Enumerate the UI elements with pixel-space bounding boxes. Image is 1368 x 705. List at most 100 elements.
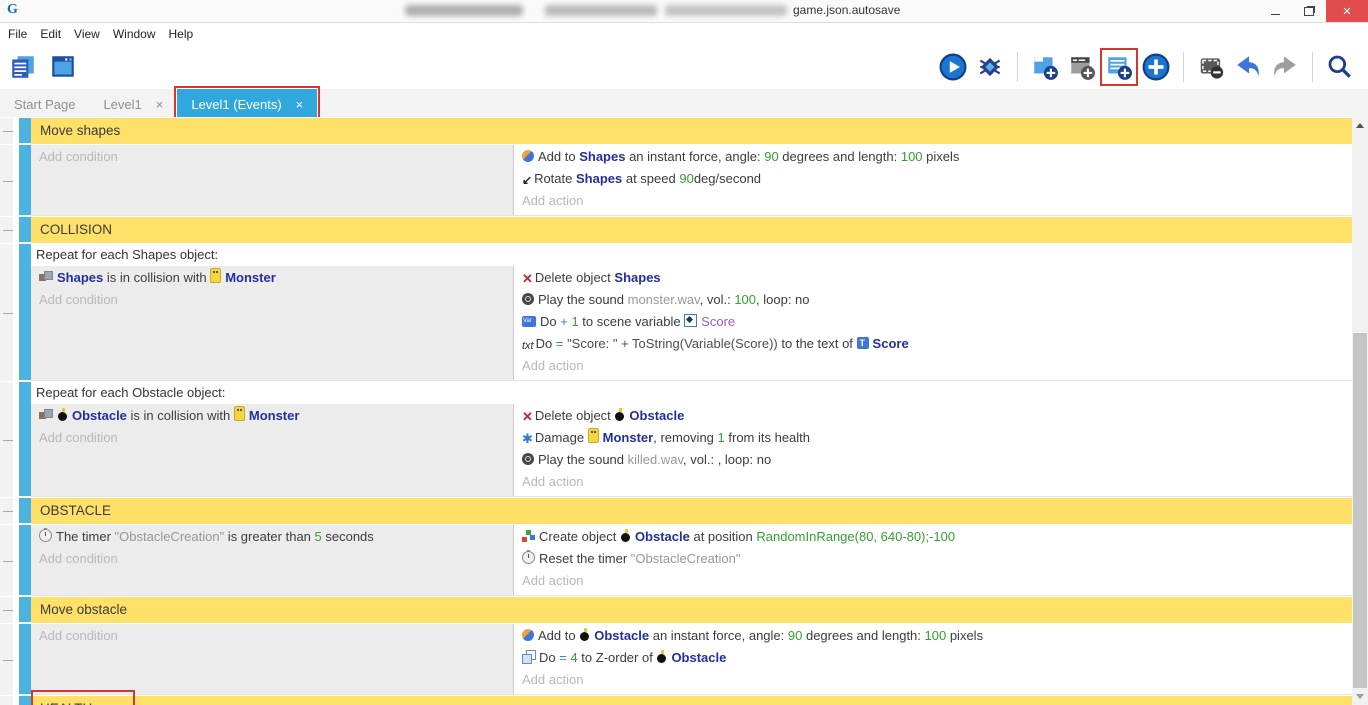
event-handle[interactable]: [19, 382, 31, 496]
event-handle[interactable]: [19, 498, 31, 523]
add-condition-button[interactable]: Add condition: [31, 427, 513, 449]
group-header[interactable]: Move shapes: [31, 118, 1352, 144]
actions-column: ✕Delete object Obstacle✱Damage Monster, …: [514, 404, 1352, 496]
text-segment: Score: [701, 314, 735, 329]
menu-view[interactable]: View: [74, 27, 110, 41]
tab-level1-events[interactable]: Level1 (Events) ×: [177, 89, 317, 119]
textobj-icon: [857, 337, 869, 349]
scrollbar-thumb[interactable]: [1353, 333, 1367, 688]
event-handle[interactable]: [19, 244, 31, 380]
action-line[interactable]: Create object Obstacle at position Rando…: [514, 526, 1352, 548]
debug-bug-icon[interactable]: [976, 53, 1004, 81]
event-repeat-header[interactable]: Repeat for each Shapes object:: [31, 244, 1352, 266]
event-handle[interactable]: [19, 118, 31, 143]
event-handle[interactable]: [19, 597, 31, 622]
toolbar-separator: [1312, 52, 1313, 82]
add-circle-icon[interactable]: [1142, 53, 1170, 81]
text-segment: "ObstacleCreation": [631, 551, 741, 566]
event-handle[interactable]: [19, 217, 31, 242]
close-button[interactable]: [1326, 0, 1368, 22]
event-handle[interactable]: [19, 525, 31, 595]
zorder-icon: [522, 650, 535, 663]
event-block: The timer "ObstacleCreation" is greater …: [31, 525, 1352, 596]
text-segment: Monster: [225, 270, 276, 285]
event-handle[interactable]: [19, 145, 31, 215]
text-segment: is greater than: [224, 529, 314, 544]
action-line[interactable]: Do + 1 to scene variable Score: [514, 311, 1352, 333]
minimize-button[interactable]: [1258, 0, 1292, 22]
tab-close-icon[interactable]: ×: [156, 97, 164, 112]
add-action-button[interactable]: Add action: [514, 669, 1352, 691]
event-handle[interactable]: [19, 624, 31, 694]
force-icon: [522, 629, 534, 641]
undo-icon[interactable]: [1234, 53, 1262, 81]
redacted-title-blur: [665, 5, 787, 16]
redo-icon[interactable]: [1271, 53, 1299, 81]
action-line[interactable]: ✕Delete object Obstacle: [514, 405, 1352, 427]
text-segment: Obstacle: [72, 408, 127, 423]
group-header[interactable]: COLLISION: [31, 217, 1352, 243]
menu-window[interactable]: Window: [113, 27, 166, 41]
menu-edit[interactable]: Edit: [40, 27, 71, 41]
tree-gutter: [0, 696, 19, 705]
tab-start-page[interactable]: Start Page: [0, 89, 89, 119]
scroll-up-arrow-icon[interactable]: [1352, 117, 1368, 134]
action-line[interactable]: Play the sound monster.wav, vol.: 100, l…: [514, 289, 1352, 311]
action-line[interactable]: ✱Damage Monster, removing 1 from its hea…: [514, 427, 1352, 449]
group-header[interactable]: HEALTH: [31, 696, 1352, 705]
start-page-icon[interactable]: [49, 53, 77, 81]
text-segment: , vol.: , loop: no: [683, 452, 771, 467]
add-scene-icon[interactable]: [1031, 53, 1059, 81]
restore-button[interactable]: [1292, 0, 1326, 22]
redacted-title-blur: [405, 5, 523, 16]
play-icon[interactable]: [939, 53, 967, 81]
menubar: File Edit View Window Help: [0, 23, 1368, 45]
add-condition-button[interactable]: Add condition: [31, 289, 513, 311]
action-line[interactable]: ↙Rotate Shapes at speed 90deg/second: [514, 168, 1352, 190]
condition-line[interactable]: The timer "ObstacleCreation" is greater …: [31, 526, 513, 548]
tabbar: Start Page Level1 × Level1 (Events) ×: [0, 89, 1368, 119]
sound-icon: [522, 453, 534, 465]
action-line[interactable]: Add to Obstacle an instant force, angle:…: [514, 625, 1352, 647]
text-segment: Reset the timer: [539, 551, 631, 566]
menu-file[interactable]: File: [8, 27, 37, 41]
vertical-scrollbar[interactable]: [1352, 117, 1368, 705]
action-line[interactable]: Add to Shapes an instant force, angle: 9…: [514, 146, 1352, 168]
add-condition-button[interactable]: Add condition: [31, 548, 513, 570]
action-line[interactable]: Reset the timer "ObstacleCreation": [514, 548, 1352, 570]
group-header[interactable]: OBSTACLE: [31, 498, 1352, 524]
tab-level1[interactable]: Level1 ×: [89, 89, 177, 119]
tree-gutter: [0, 597, 19, 623]
action-line[interactable]: Play the sound killed.wav, vol.: , loop:…: [514, 449, 1352, 471]
tab-close-icon[interactable]: ×: [296, 97, 304, 112]
group-header[interactable]: Move obstacle: [31, 597, 1352, 623]
condition-line[interactable]: Obstacle is in collision with Monster: [31, 405, 513, 427]
text-segment: Delete object: [535, 270, 615, 285]
condition-line[interactable]: Shapes is in collision with Monster: [31, 267, 513, 289]
menu-help[interactable]: Help: [169, 27, 204, 41]
toolbar-separator: [1183, 52, 1184, 82]
remove-frame-icon[interactable]: [1197, 53, 1225, 81]
scroll-down-arrow-icon[interactable]: [1352, 688, 1368, 705]
tree-gutter: [0, 498, 19, 524]
add-condition-button[interactable]: Add condition: [31, 625, 513, 647]
add-condition-button[interactable]: Add condition: [31, 146, 513, 168]
text-segment: =: [559, 650, 567, 665]
add-action-button[interactable]: Add action: [514, 471, 1352, 493]
obstacle-icon: [656, 650, 667, 663]
add-action-button[interactable]: Add action: [514, 190, 1352, 212]
sound-icon: [522, 293, 534, 305]
add-action-button[interactable]: Add action: [514, 355, 1352, 377]
add-events-icon[interactable]: [1105, 53, 1133, 81]
project-manager-icon[interactable]: [9, 53, 37, 81]
action-line[interactable]: ✕Delete object Shapes: [514, 267, 1352, 289]
event-repeat-header[interactable]: Repeat for each Obstacle object:: [31, 382, 1352, 404]
search-icon[interactable]: [1326, 53, 1354, 81]
event-handle[interactable]: [19, 696, 31, 705]
add-external-events-icon[interactable]: [1068, 53, 1096, 81]
event-columns: Obstacle is in collision with MonsterAdd…: [31, 404, 1352, 496]
action-line[interactable]: Do = 4 to Z-order of Obstacle: [514, 647, 1352, 669]
event-row: The timer "ObstacleCreation" is greater …: [0, 525, 1352, 596]
action-line[interactable]: txtDo = "Score: " + ToString(Variable(Sc…: [514, 333, 1352, 355]
add-action-button[interactable]: Add action: [514, 570, 1352, 592]
